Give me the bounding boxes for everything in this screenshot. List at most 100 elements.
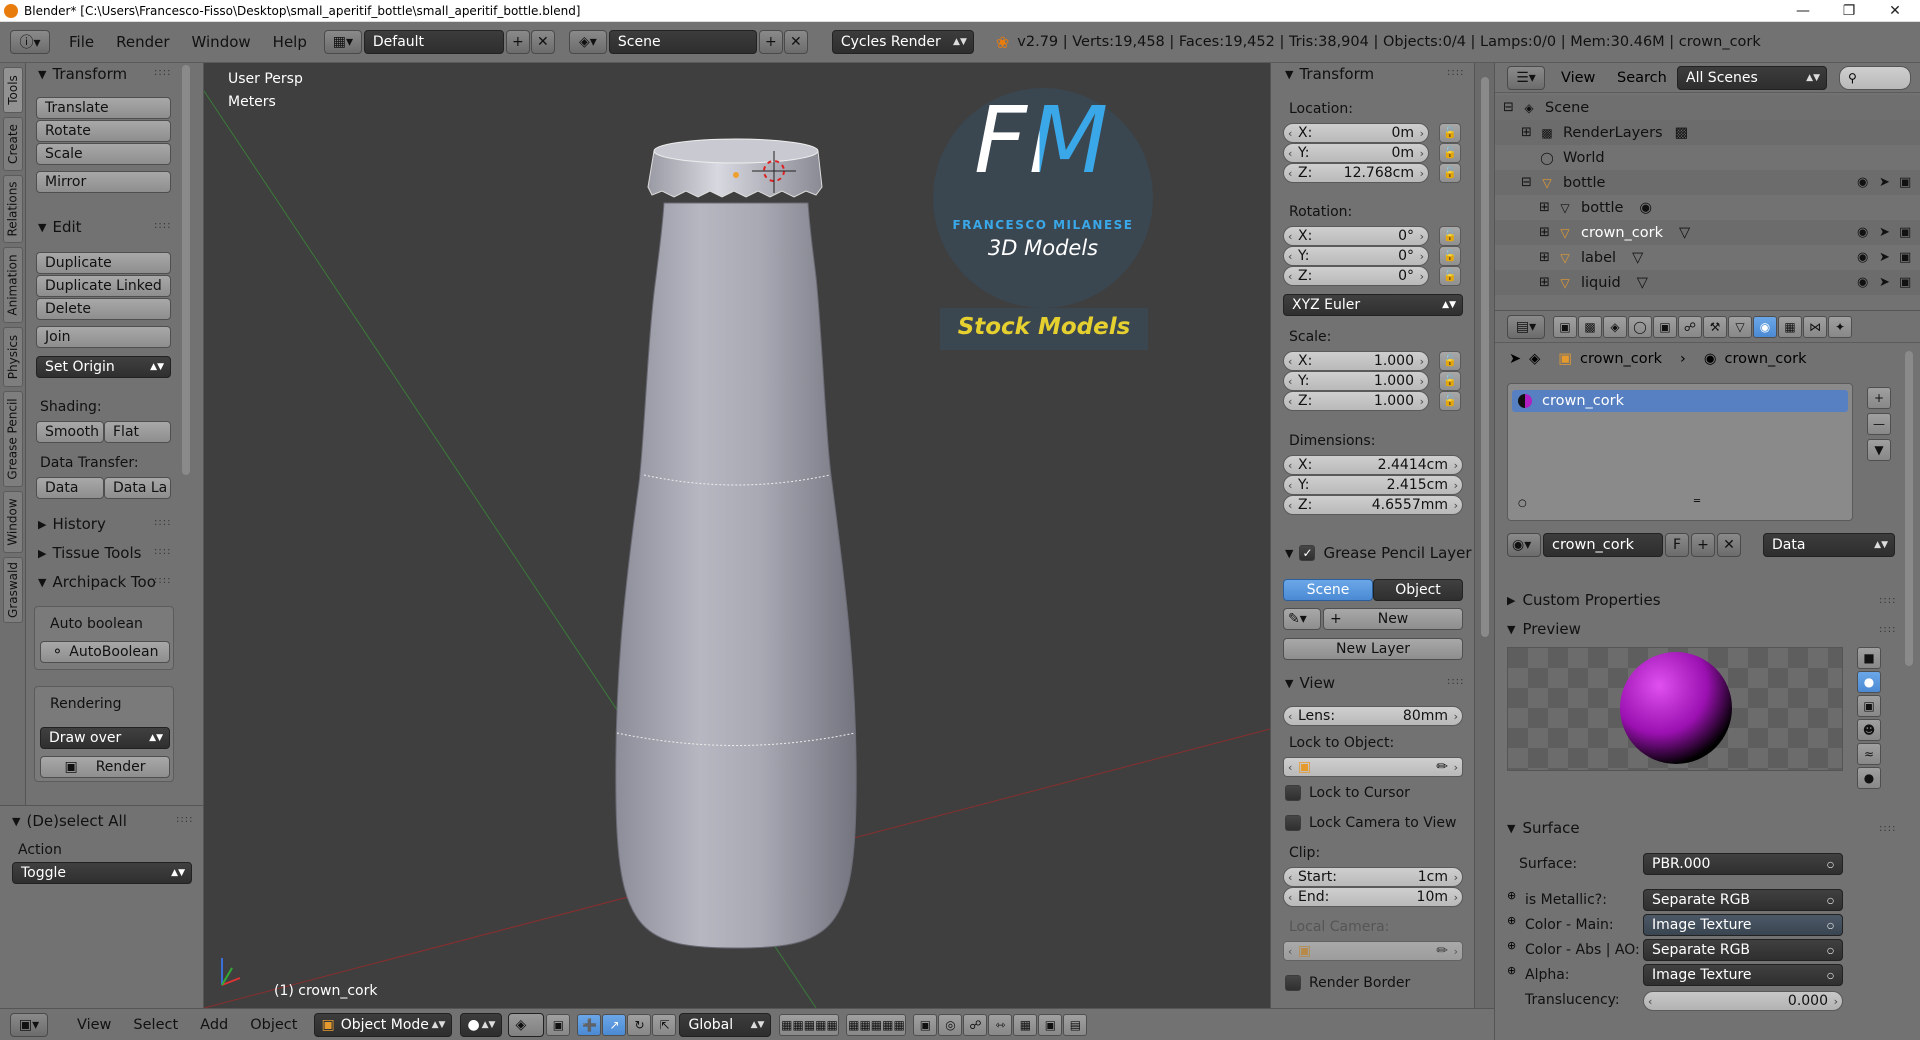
cursor-icon[interactable]: ➤: [1879, 250, 1890, 265]
menu-render[interactable]: Render: [105, 33, 180, 51]
new-material-icon[interactable]: +: [1691, 533, 1715, 557]
opengl-animation-icon[interactable]: ▤: [1063, 1013, 1088, 1036]
preview-header[interactable]: ▼ Preview: [1507, 620, 1581, 638]
scale-x-field[interactable]: X: 1.000: [1283, 351, 1429, 371]
preview-cube-icon[interactable]: ▣: [1857, 695, 1881, 717]
history-panel-header[interactable]: ▶ History: [38, 513, 106, 535]
flat-button[interactable]: Flat: [104, 421, 171, 443]
outliner-row-crown-cork[interactable]: ⊞ ▽ crown_cork ▽ ◉ ➤ ▣: [1495, 220, 1920, 245]
transform-panel-header[interactable]: ▼ Transform: [38, 63, 127, 85]
lock-icon[interactable]: 🔓: [1439, 351, 1461, 371]
camera-render-icon[interactable]: ▣: [1899, 225, 1911, 240]
npanel-scrollbar[interactable]: [1481, 77, 1489, 637]
scene-icon[interactable]: ◈▾: [568, 30, 607, 54]
render-engine-select[interactable]: Cycles Render ▲▼: [831, 30, 974, 54]
lock-icon[interactable]: 🔓: [1439, 246, 1461, 266]
tab-relations[interactable]: Relations: [3, 175, 23, 243]
particles-tab-icon[interactable]: ⋈: [1803, 316, 1827, 338]
location-x-field[interactable]: X: 0m: [1283, 123, 1429, 143]
panel-grip-icon[interactable]: ::::: [154, 575, 171, 586]
tab-grease-pencil[interactable]: Grease Pencil: [3, 391, 23, 487]
properties-scrollbar[interactable]: [1905, 351, 1913, 666]
custom-properties-header[interactable]: ▶ Custom Properties: [1507, 591, 1661, 609]
expand-socket-icon[interactable]: ⊕: [1507, 889, 1516, 902]
add-slot-icon[interactable]: +: [1867, 387, 1891, 409]
transform-panel-header[interactable]: ▼ Transform: [1285, 63, 1374, 85]
panel-grip-icon[interactable]: ::::: [1447, 67, 1464, 78]
scene-select[interactable]: Scene: [608, 30, 757, 54]
properties-editor-icon[interactable]: ▤▾: [1507, 315, 1545, 339]
render-layers-tab-icon[interactable]: ▩: [1578, 316, 1602, 338]
viewport-shading-select[interactable]: ● ▲▼: [460, 1012, 503, 1037]
tissue-panel-header[interactable]: ▶ Tissue Tools: [38, 542, 141, 564]
eye-icon[interactable]: ◉: [1857, 275, 1868, 290]
metallic-input-node[interactable]: Separate RGB ○: [1643, 889, 1843, 911]
layers-group-1-icon[interactable]: ▦▦▦▦▦: [779, 1013, 840, 1036]
surface-header[interactable]: ▼ Surface: [1507, 819, 1580, 837]
preview-hair-icon[interactable]: ≈: [1857, 743, 1881, 765]
material-name-field[interactable]: crown_cork: [1543, 533, 1663, 557]
render-tab-icon[interactable]: ▣: [1553, 316, 1577, 338]
new-layer-button[interactable]: New Layer: [1283, 638, 1463, 660]
close-icon[interactable]: ✕: [1872, 0, 1918, 22]
panel-grip-icon[interactable]: ::::: [154, 546, 171, 557]
editor-type-info-icon[interactable]: ⓘ▾: [10, 30, 50, 54]
minimize-icon[interactable]: —: [1780, 0, 1826, 22]
tab-animation[interactable]: Animation: [3, 247, 23, 323]
camera-render-icon[interactable]: ▣: [1899, 275, 1911, 290]
world-tab-icon[interactable]: ◯: [1628, 316, 1652, 338]
tab-create[interactable]: Create: [3, 117, 23, 171]
menu-window[interactable]: Window: [181, 33, 262, 51]
tab-tools[interactable]: Tools: [3, 67, 23, 113]
outliner-row-label[interactable]: ⊞ ▽ label ▽ ◉ ➤ ▣: [1495, 245, 1920, 270]
expand-icon[interactable]: ⊞: [1521, 125, 1532, 140]
lock-icon[interactable]: 🔓: [1439, 226, 1461, 246]
surface-shader-node[interactable]: PBR.000 ○: [1643, 853, 1843, 875]
dimension-z-field[interactable]: Z: 4.6557mm: [1283, 495, 1463, 515]
material-tab-icon[interactable]: ◉: [1753, 316, 1777, 338]
preview-flat-icon[interactable]: ■: [1857, 647, 1881, 669]
pin-icon[interactable]: ➤: [1509, 351, 1521, 367]
menu-select[interactable]: Select: [122, 1017, 189, 1033]
local-camera-field[interactable]: ▣✏: [1283, 941, 1463, 961]
grease-pencil-checkbox[interactable]: ✓: [1299, 545, 1316, 561]
delete-screen-icon[interactable]: ✕: [530, 30, 555, 54]
proportional-edit-icon[interactable]: ◎: [938, 1013, 963, 1036]
preview-sky-icon[interactable]: ●: [1857, 767, 1881, 789]
set-origin-dropdown[interactable]: Set Origin ▲▼: [36, 356, 171, 378]
lock-to-cursor-checkbox[interactable]: [1285, 785, 1301, 801]
panel-grip-icon[interactable]: ::::: [1879, 823, 1896, 834]
alpha-input-node[interactable]: Image Texture ○: [1643, 964, 1843, 986]
expand-socket-icon[interactable]: ⊕: [1507, 964, 1516, 977]
3d-viewport[interactable]: User Persp Meters (1) crown_cork FM FRAN…: [204, 63, 1270, 1008]
cursor-icon[interactable]: ➤: [1879, 225, 1890, 240]
panel-grip-icon[interactable]: ::::: [176, 814, 193, 825]
delete-scene-icon[interactable]: ✕: [783, 30, 808, 54]
dimension-x-field[interactable]: X: 2.4414cm: [1283, 455, 1463, 475]
menu-view[interactable]: View: [66, 1017, 122, 1033]
translate-manipulator-icon[interactable]: ↗: [602, 1013, 627, 1036]
snap-target-icon[interactable]: ▦: [1013, 1013, 1038, 1036]
data-tab-icon[interactable]: ▽: [1728, 316, 1752, 338]
clip-end-field[interactable]: End: 10m: [1283, 887, 1463, 907]
outliner-row-liquid[interactable]: ⊞ ▽ liquid ▽ ◉ ➤ ▣: [1495, 270, 1920, 295]
expand-icon[interactable]: ⊞: [1539, 275, 1550, 290]
view-panel-header[interactable]: ▼ View: [1285, 672, 1335, 694]
deselect-all-header[interactable]: ▼ (De)select All: [12, 810, 127, 832]
transform-manipulator-icon[interactable]: ➕: [577, 1013, 602, 1036]
toolshelf-scrollbar[interactable]: [182, 65, 190, 475]
action-dropdown[interactable]: Toggle ▲▼: [12, 862, 192, 884]
browse-material-icon[interactable]: ◉▾: [1507, 533, 1541, 557]
duplicate-button[interactable]: Duplicate: [36, 252, 171, 274]
color-abs-ao-input-node[interactable]: Separate RGB ○: [1643, 939, 1843, 961]
dimension-y-field[interactable]: Y: 2.415cm: [1283, 475, 1463, 495]
lock-icon[interactable]: 🔓: [1439, 163, 1461, 183]
pivot-point-select[interactable]: ◈: [508, 1012, 545, 1037]
lock-layers-icon[interactable]: ▣: [913, 1013, 938, 1036]
camera-render-icon[interactable]: ▣: [1899, 250, 1911, 265]
scene-tab-icon[interactable]: ◈: [1603, 316, 1627, 338]
duplicate-linked-button[interactable]: Duplicate Linked: [36, 275, 171, 297]
mode-select[interactable]: ▣ Object Mode ▲▼: [314, 1012, 453, 1037]
physics-tab-icon[interactable]: ✦: [1828, 316, 1852, 338]
outliner-row-bottle-group[interactable]: ⊟ ▽ bottle ◉ ➤ ▣: [1495, 170, 1920, 195]
